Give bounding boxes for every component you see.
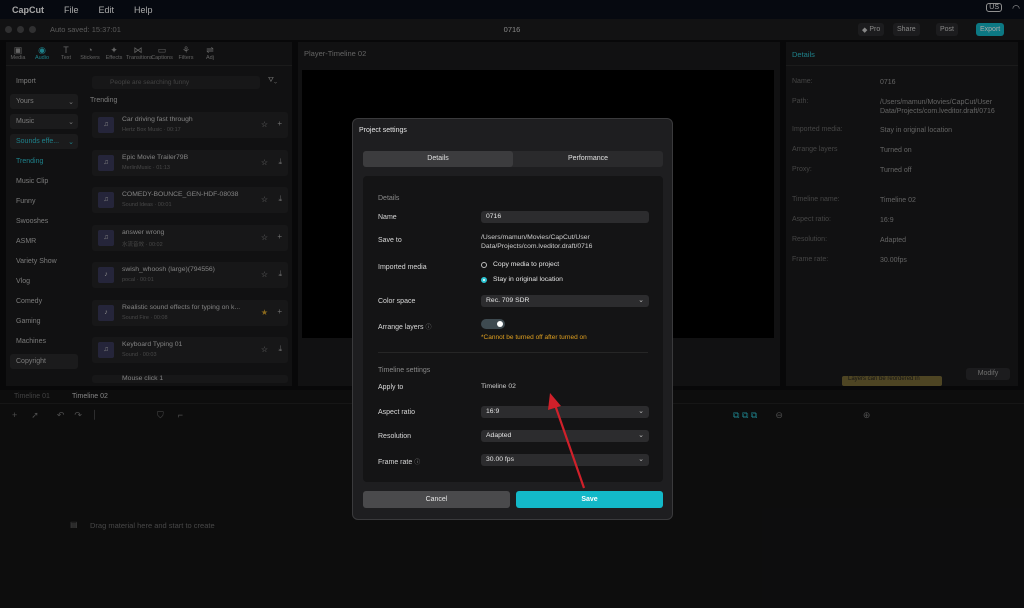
annotation-arrow bbox=[548, 393, 586, 489]
arrow-head bbox=[548, 393, 561, 410]
arrow-line bbox=[552, 401, 586, 489]
